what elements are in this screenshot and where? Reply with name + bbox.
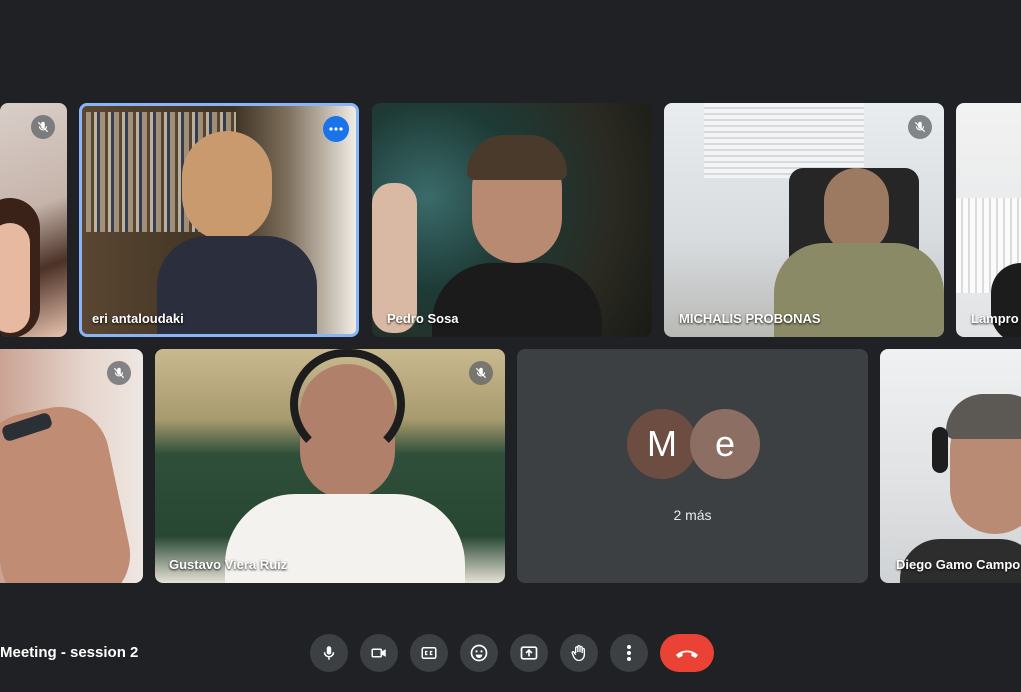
mic-off-icon xyxy=(469,361,493,385)
participant-name: eri antaloudaki xyxy=(92,311,184,326)
captions-button[interactable] xyxy=(410,634,448,672)
mic-button[interactable] xyxy=(310,634,348,672)
mic-icon xyxy=(323,646,335,660)
participant-tile[interactable]: MICHALIS PROBONAS xyxy=(664,103,944,337)
present-icon xyxy=(520,646,538,660)
camera-icon xyxy=(371,648,386,658)
participant-tile[interactable]: Lampro xyxy=(956,103,1021,337)
avatar: e xyxy=(690,409,760,479)
person-silhouette xyxy=(946,394,1021,439)
more-vert-icon xyxy=(627,645,631,661)
window-blinds xyxy=(704,103,864,178)
captions-icon xyxy=(421,647,437,659)
participant-name: Diego Gamo Campo xyxy=(896,557,1021,572)
hang-up-icon xyxy=(676,650,698,658)
hang-up-button[interactable] xyxy=(660,634,714,672)
participant-tile[interactable]: Pedro Sosa xyxy=(372,103,652,337)
emoji-icon xyxy=(470,644,488,662)
participant-name: Gustavo Viera Ruiz xyxy=(169,557,288,572)
avatar: M xyxy=(627,409,697,479)
person-silhouette xyxy=(182,131,272,241)
participant-tile[interactable]: Diego Gamo Campo xyxy=(880,349,1021,583)
others-tile[interactable]: M e 2 más xyxy=(517,349,868,583)
others-count-label: 2 más xyxy=(673,507,712,523)
camera-button[interactable] xyxy=(360,634,398,672)
headset xyxy=(932,427,948,473)
participant-name: Pedro Sosa xyxy=(387,311,459,326)
more-options-icon[interactable] xyxy=(323,116,349,142)
more-options-button[interactable] xyxy=(610,634,648,672)
person-silhouette xyxy=(824,168,889,253)
mic-off-icon xyxy=(107,361,131,385)
participant-tile[interactable] xyxy=(0,349,143,583)
participant-name: Lampro xyxy=(971,311,1019,326)
avatar-letter: M xyxy=(647,423,677,464)
participant-name: MICHALIS PROBONAS xyxy=(679,311,821,326)
meeting-title: Meeting - session 2 xyxy=(0,644,139,661)
headset xyxy=(290,349,405,459)
avatar-letter: e xyxy=(714,423,736,464)
mic-off-icon xyxy=(31,115,55,139)
raise-hand-icon xyxy=(571,645,585,662)
raise-hand-button[interactable] xyxy=(560,634,598,672)
participant-tile[interactable]: Gustavo Viera Ruiz xyxy=(155,349,505,583)
mic-off-icon xyxy=(908,115,932,139)
present-button[interactable] xyxy=(510,634,548,672)
person-silhouette xyxy=(467,135,567,180)
participant-tile[interactable] xyxy=(0,103,67,337)
participant-tile-pinned[interactable]: eri antaloudaki xyxy=(79,103,359,337)
emoji-button[interactable] xyxy=(460,634,498,672)
person-silhouette xyxy=(0,223,30,333)
